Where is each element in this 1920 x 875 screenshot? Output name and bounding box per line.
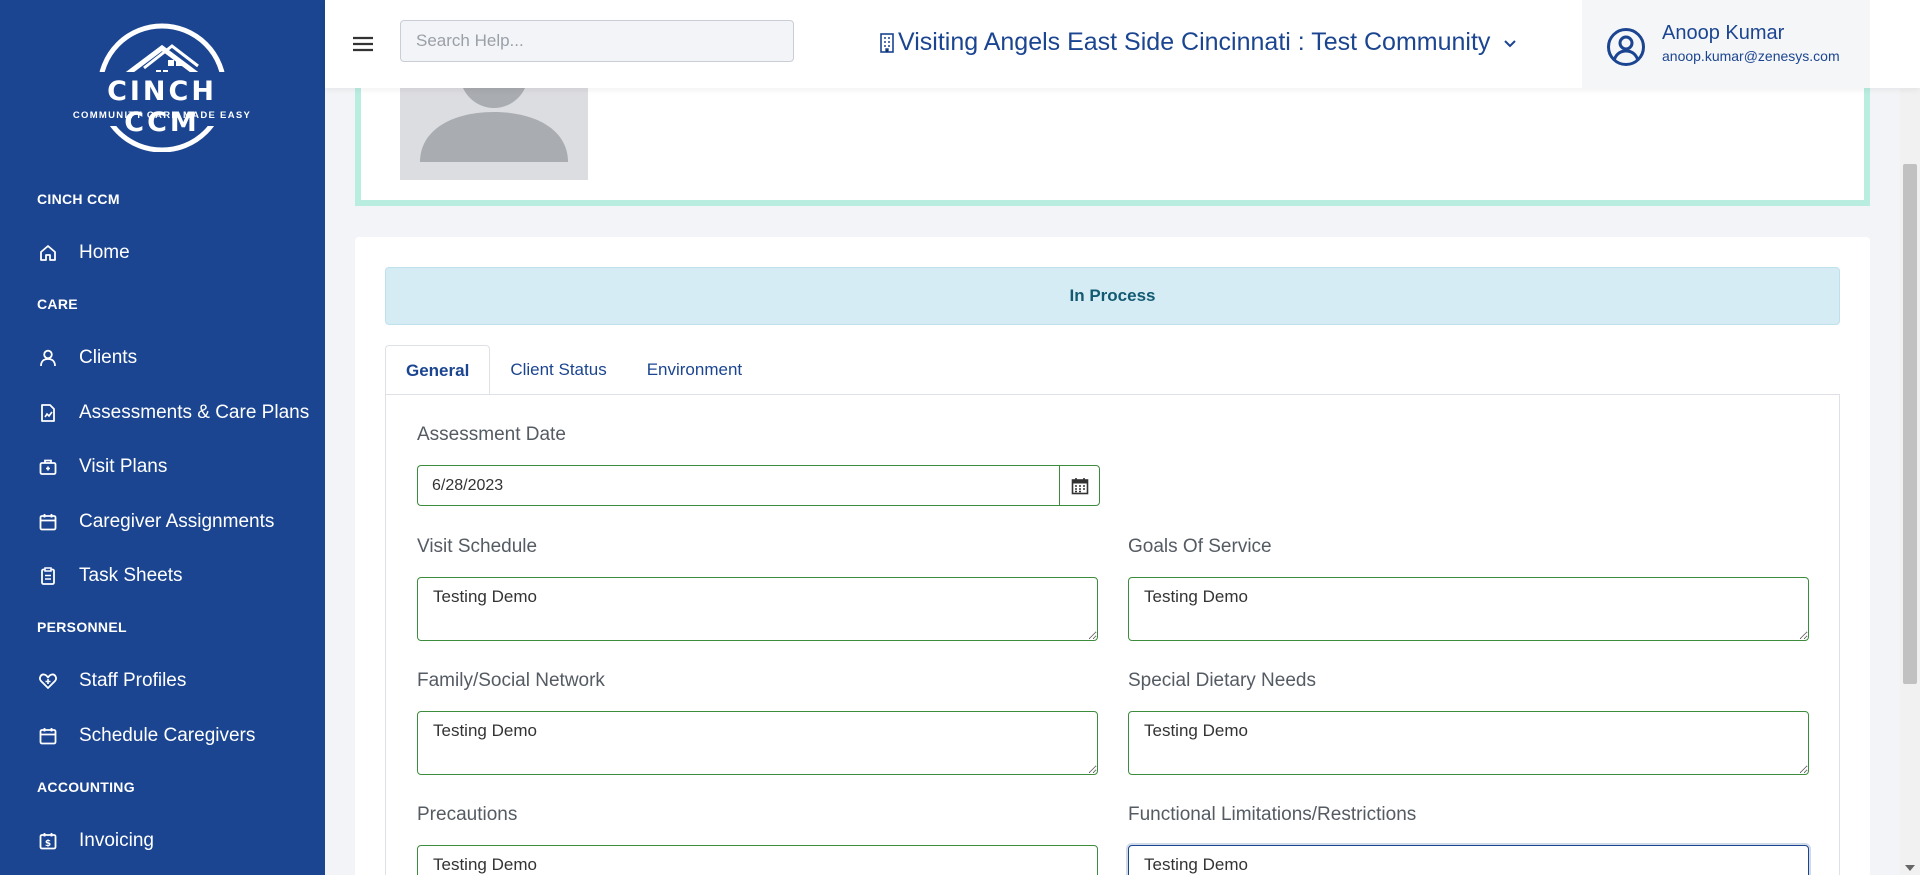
user-menu[interactable]: Anoop Kumar anoop.kumar@zenesys.com xyxy=(1582,0,1870,88)
user-email: anoop.kumar@zenesys.com xyxy=(1662,48,1840,64)
community-selector[interactable]: Visiting Angels East Side Cincinnati : T… xyxy=(878,28,1518,57)
goals-of-service-field[interactable]: Testing Demo xyxy=(1128,577,1809,641)
family-social-network-label: Family/Social Network xyxy=(417,670,605,691)
invoice-icon: $ xyxy=(37,830,59,852)
sidebar-item-label: Assessments & Care Plans xyxy=(79,402,310,423)
nav-section-cinch: CINCH CCM xyxy=(37,191,120,207)
sidebar-item-label: Caregiver Assignments xyxy=(79,511,275,532)
visit-schedule-field[interactable]: Testing Demo xyxy=(417,577,1098,641)
scrollbar-thumb[interactable] xyxy=(1903,164,1917,684)
search-input[interactable] xyxy=(400,20,794,62)
document-chart-icon xyxy=(37,402,59,424)
general-tab-panel: Assessment Date Visit Schedule Testing D… xyxy=(385,394,1840,875)
assessment-date-label: Assessment Date xyxy=(417,424,566,445)
nav-section-accounting: ACCOUNTING xyxy=(37,779,135,795)
assessment-date-group xyxy=(417,465,1100,506)
tab-client-status[interactable]: Client Status xyxy=(490,345,626,395)
tab-environment[interactable]: Environment xyxy=(627,345,762,395)
community-name: Visiting Angels East Side Cincinnati : T… xyxy=(898,28,1491,56)
sidebar-item-assessments[interactable]: Assessments & Care Plans xyxy=(37,396,317,430)
sidebar-item-visit-plans[interactable]: Visit Plans xyxy=(37,450,317,484)
sidebar-item-task-sheets[interactable]: Task Sheets xyxy=(37,559,317,593)
sidebar: CINCH CCM COMMUNITY CARE MADE EASY CINCH… xyxy=(0,0,325,875)
date-picker-button[interactable] xyxy=(1059,465,1100,506)
assessment-date-input[interactable] xyxy=(417,465,1059,506)
home-icon xyxy=(37,242,59,264)
scroll-down-arrow-icon[interactable] xyxy=(1905,865,1915,871)
calendar-icon xyxy=(1071,477,1088,494)
heart-plus-icon xyxy=(37,670,59,692)
brand-tagline: COMMUNITY CARE MADE EASY xyxy=(72,110,252,121)
sidebar-item-caregiver-assignments[interactable]: Caregiver Assignments xyxy=(37,505,317,539)
assessment-form-card: In Process General Client Status Environ… xyxy=(355,237,1870,875)
precautions-label: Precautions xyxy=(417,804,518,825)
tab-bar: General Client Status Environment xyxy=(385,345,762,395)
sidebar-item-staff-profiles[interactable]: Staff Profiles xyxy=(37,664,317,698)
chevron-down-icon xyxy=(1504,39,1517,47)
sidebar-item-invoicing[interactable]: $ Invoicing xyxy=(37,824,317,858)
sidebar-item-label: Staff Profiles xyxy=(79,670,187,691)
sidebar-item-label: Invoicing xyxy=(79,830,154,851)
brand-name: CINCH CCM xyxy=(107,76,217,138)
sidebar-item-label: Home xyxy=(79,242,130,263)
status-badge: In Process xyxy=(385,267,1840,325)
calendar-icon xyxy=(37,725,59,747)
visit-schedule-label: Visit Schedule xyxy=(417,536,538,557)
functional-limitations-field[interactable]: Testing Demo xyxy=(1128,845,1809,875)
sidebar-item-label: Visit Plans xyxy=(79,456,168,477)
building-icon xyxy=(880,32,894,53)
briefcase-icon xyxy=(37,456,59,478)
calendar-icon xyxy=(37,511,59,533)
menu-toggle-button[interactable] xyxy=(351,32,375,56)
goals-of-service-label: Goals Of Service xyxy=(1128,536,1272,557)
page-scrollbar[interactable] xyxy=(1900,0,1920,875)
sidebar-item-label: Schedule Caregivers xyxy=(79,725,256,746)
sidebar-item-home[interactable]: Home xyxy=(37,236,317,270)
clipboard-icon xyxy=(37,565,59,587)
hamburger-icon xyxy=(353,36,373,52)
sidebar-item-label: Task Sheets xyxy=(79,565,183,586)
sidebar-item-label: Clients xyxy=(79,347,138,368)
sidebar-item-clients[interactable]: Clients xyxy=(37,341,317,375)
user-icon xyxy=(37,347,59,369)
brand-logo[interactable]: CINCH CCM COMMUNITY CARE MADE EASY xyxy=(64,22,260,152)
user-circle-icon xyxy=(1607,28,1645,66)
special-dietary-needs-label: Special Dietary Needs xyxy=(1128,670,1316,691)
precautions-field[interactable]: Testing Demo xyxy=(417,845,1098,875)
nav-section-care: CARE xyxy=(37,296,78,312)
nav-section-personnel: PERSONNEL xyxy=(37,619,127,635)
functional-limitations-label: Functional Limitations/Restrictions xyxy=(1128,804,1417,825)
sidebar-item-schedule-caregivers[interactable]: Schedule Caregivers xyxy=(37,719,317,753)
top-bar: Visiting Angels East Side Cincinnati : T… xyxy=(325,0,1920,88)
family-social-network-field[interactable]: Testing Demo xyxy=(417,711,1098,775)
tab-general[interactable]: General xyxy=(385,345,491,395)
user-name: Anoop Kumar xyxy=(1662,22,1785,44)
special-dietary-needs-field[interactable]: Testing Demo xyxy=(1128,711,1809,775)
svg-text:$: $ xyxy=(45,839,51,849)
